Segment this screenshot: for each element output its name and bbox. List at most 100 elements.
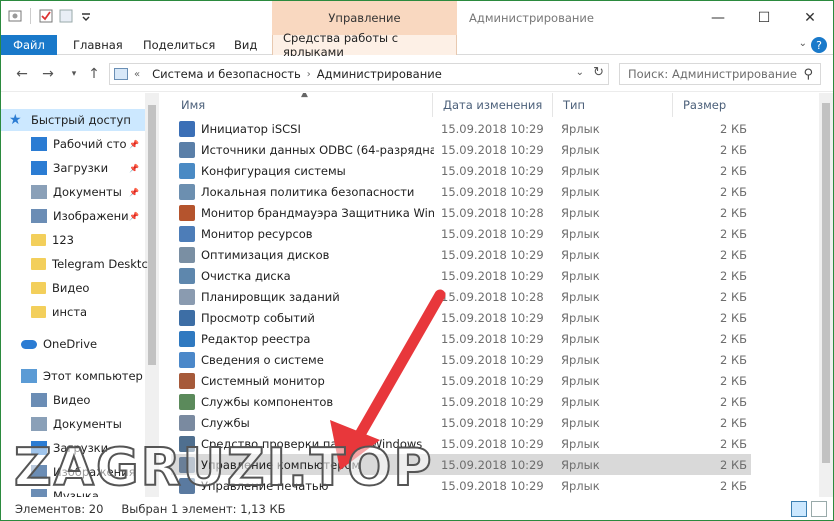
file-row[interactable]: Сведения о системе 15.09.2018 10:29 Ярлык 2… (171, 349, 751, 370)
tab-file[interactable]: Файл (1, 35, 57, 55)
nav-item[interactable]: ★ Быстрый доступ (1, 109, 145, 131)
file-size: 2 КБ (719, 205, 747, 220)
file-row[interactable]: Локальная политика безопасности 15.09.201… (171, 181, 751, 202)
recent-locations-icon[interactable]: ▾ (65, 65, 83, 83)
nav-item[interactable]: Изображени 📌 (1, 205, 145, 227)
file-row[interactable]: Монитор брандмауэра Защитника Win... 15.0… (171, 202, 751, 223)
file-row[interactable]: Просмотр событий 15.09.2018 10:29 Ярлык 2 К… (171, 307, 751, 328)
folder-icon (31, 258, 46, 270)
nav-item[interactable]: Этот компьютер (1, 365, 145, 387)
column-name[interactable]: Имя (171, 93, 433, 117)
folder-icon (31, 282, 46, 294)
checklist-icon[interactable] (38, 8, 54, 24)
nav-item-label: OneDrive (43, 337, 98, 351)
nav-item[interactable]: Telegram Desktc (1, 253, 148, 275)
new-folder-icon[interactable] (58, 8, 74, 24)
pin-icon: 📌 (129, 211, 139, 221)
nav-item-label: Видео (52, 281, 90, 295)
file-size: 2 КБ (719, 226, 747, 241)
back-arrow-icon[interactable]: ← (13, 65, 31, 83)
file-row[interactable]: Редактор реестра 15.09.2018 10:29 Ярлык 2 К… (171, 328, 751, 349)
details-view-button[interactable] (791, 501, 807, 517)
file-row[interactable]: Источники данных ODBC (64-разрядна... 15.… (171, 139, 751, 160)
shortcut-icon (179, 204, 195, 221)
nav-item[interactable]: Видео (1, 389, 145, 411)
star-icon: ★ (9, 112, 22, 128)
help-icon[interactable]: ? (811, 37, 827, 53)
tab-view[interactable]: Вид (224, 35, 267, 55)
address-bar[interactable]: « Система и безопасность › Администриров… (109, 63, 609, 85)
file-row[interactable]: Оптимизация дисков 15.09.2018 10:29 Ярлык 2… (171, 244, 751, 265)
file-scroll-thumb[interactable] (822, 103, 830, 463)
up-arrow-icon[interactable]: ↑ (85, 65, 103, 83)
selection-info: Выбран 1 элемент: 1,13 КБ (121, 501, 286, 516)
tab-shortcut-tools[interactable]: Средства работы с ярлыками (272, 31, 457, 59)
address-dropdown-icon[interactable]: ⌄ (576, 67, 584, 78)
file-size: 2 КБ (719, 373, 747, 388)
file-type: Ярлык (561, 121, 600, 136)
close-button[interactable]: ✕ (787, 7, 833, 29)
file-date: 15.09.2018 10:29 (441, 268, 544, 283)
file-name-cell: Источники данных ODBC (64-разрядна... (179, 141, 434, 158)
column-type[interactable]: Тип (553, 93, 673, 117)
file-type: Ярлык (561, 205, 600, 220)
expand-ribbon-icon[interactable]: ⌄ (799, 38, 807, 49)
nav-item-label: 123 (52, 233, 74, 247)
nav-item[interactable]: Видео (1, 277, 145, 299)
file-type: Ярлык (561, 310, 600, 325)
nav-scroll-thumb[interactable] (148, 105, 156, 365)
column-size[interactable]: Размер (673, 93, 751, 117)
properties-icon[interactable] (7, 8, 23, 24)
file-name: Просмотр событий (201, 310, 315, 325)
file-row[interactable]: Инициатор iSCSI 15.09.2018 10:29 Ярлык 2 КБ (171, 118, 751, 139)
download-icon (31, 161, 47, 175)
nav-item[interactable]: Рабочий сто 📌 (1, 133, 145, 155)
minimize-button[interactable]: — (695, 7, 741, 29)
control-panel-icon (114, 68, 128, 80)
nav-item[interactable]: инста (1, 301, 145, 323)
tab-home[interactable]: Главная (63, 35, 133, 55)
file-row[interactable]: Монитор ресурсов 15.09.2018 10:29 Ярлык 2 К… (171, 223, 751, 244)
item-count: Элементов: 20 (15, 501, 104, 516)
file-row[interactable]: Системный монитор 15.09.2018 10:29 Ярлык 2 … (171, 370, 751, 391)
nav-item[interactable]: Документы (1, 413, 145, 435)
refresh-icon[interactable]: ↻ (593, 65, 604, 80)
file-name-cell: Службы компонентов (179, 393, 434, 410)
file-list-scrollbar[interactable] (819, 93, 833, 497)
search-placeholder: Поиск: Администрирование (628, 67, 797, 81)
file-name-cell: Сведения о системе (179, 351, 434, 368)
file-date: 15.09.2018 10:29 (441, 415, 544, 430)
maximize-button[interactable]: ☐ (741, 7, 787, 29)
file-row[interactable]: Планировщик заданий 15.09.2018 10:28 Ярлык… (171, 286, 751, 307)
navigation-bar: ← → ▾ ↑ « Система и безопасность › Админ… (1, 56, 833, 92)
search-icon: ⚲ (803, 67, 813, 82)
nav-scrollbar[interactable] (145, 93, 159, 497)
file-row[interactable]: Конфигурация системы 15.09.2018 10:29 Ярлы… (171, 160, 751, 181)
shortcut-icon (179, 288, 195, 305)
window-title: Администрирование (469, 11, 594, 25)
file-type: Ярлык (561, 289, 600, 304)
breadcrumb-system-security[interactable]: Система и безопасность (146, 67, 307, 81)
breadcrumb-administration[interactable]: Администрирование (311, 67, 448, 81)
file-name-cell: Локальная политика безопасности (179, 183, 434, 200)
large-icons-view-button[interactable] (811, 501, 827, 517)
file-row[interactable]: Службы 15.09.2018 10:29 Ярлык 2 КБ (171, 412, 751, 433)
search-input[interactable]: Поиск: Администрирование ⚲ (619, 63, 821, 85)
tab-share[interactable]: Поделиться (133, 35, 225, 55)
file-type: Ярлык (561, 331, 600, 346)
nav-item[interactable]: Загрузки 📌 (1, 157, 145, 179)
file-row[interactable]: Очистка диска 15.09.2018 10:29 Ярлык 2 КБ (171, 265, 751, 286)
column-date[interactable]: Дата изменения (433, 93, 553, 117)
nav-item[interactable]: OneDrive (1, 333, 145, 355)
shortcut-icon (179, 414, 195, 431)
video-icon (31, 393, 47, 407)
file-row[interactable]: Службы компонентов 15.09.2018 10:29 Ярлык 2… (171, 391, 751, 412)
file-name: Локальная политика безопасности (201, 184, 415, 199)
breadcrumb-overflow-icon[interactable]: « (128, 69, 146, 80)
file-size: 2 КБ (719, 478, 747, 493)
nav-item[interactable]: Документы 📌 (1, 181, 145, 203)
customize-qat-icon[interactable] (78, 8, 94, 24)
forward-arrow-icon[interactable]: → (39, 65, 57, 83)
nav-item[interactable]: 123 (1, 229, 145, 251)
file-date: 15.09.2018 10:29 (441, 331, 544, 346)
